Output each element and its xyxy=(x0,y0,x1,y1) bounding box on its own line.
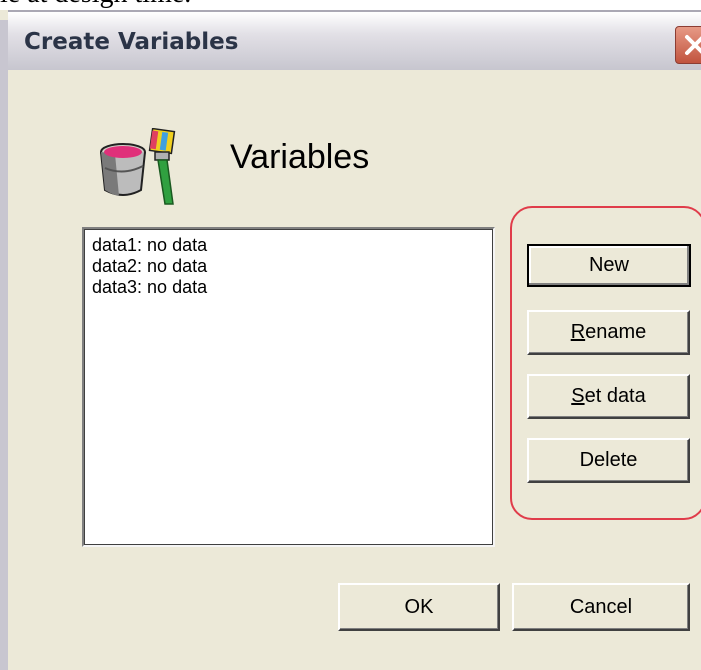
rename-button[interactable]: Rename xyxy=(527,310,690,355)
close-icon xyxy=(685,35,701,55)
background-document-text: le at design time. xyxy=(0,0,191,10)
list-item[interactable]: data3: no data xyxy=(84,277,493,298)
list-item[interactable]: data2: no data xyxy=(84,256,493,277)
delete-label: Delete xyxy=(579,449,638,471)
title-bar[interactable]: Create Variables xyxy=(8,10,701,70)
set-data-button[interactable]: Set data xyxy=(527,374,690,419)
set-data-label: et data xyxy=(584,385,646,407)
dialog-heading: Variables xyxy=(230,138,370,176)
cancel-label: Cancel xyxy=(569,596,633,618)
close-button[interactable] xyxy=(675,26,701,64)
paint-bucket-brush-icon xyxy=(95,127,185,211)
new-button-label: New xyxy=(588,254,629,276)
cancel-button[interactable]: Cancel xyxy=(512,583,690,631)
ok-label: OK xyxy=(404,596,434,618)
delete-button[interactable]: Delete xyxy=(527,438,690,483)
variables-listbox[interactable]: data1: no data data2: no data data3: no … xyxy=(82,227,495,547)
window-title: Create Variables xyxy=(24,29,239,55)
rename-label: ename xyxy=(585,321,647,343)
window-frame-edge xyxy=(0,20,8,670)
ok-button[interactable]: OK xyxy=(338,583,500,631)
create-variables-dialog: Create Variables Variables data1: no dat… xyxy=(0,10,701,670)
new-button[interactable]: New xyxy=(527,244,691,287)
set-data-accelerator: S xyxy=(571,385,585,407)
rename-accelerator: R xyxy=(570,321,586,343)
list-item[interactable]: data1: no data xyxy=(84,235,493,256)
